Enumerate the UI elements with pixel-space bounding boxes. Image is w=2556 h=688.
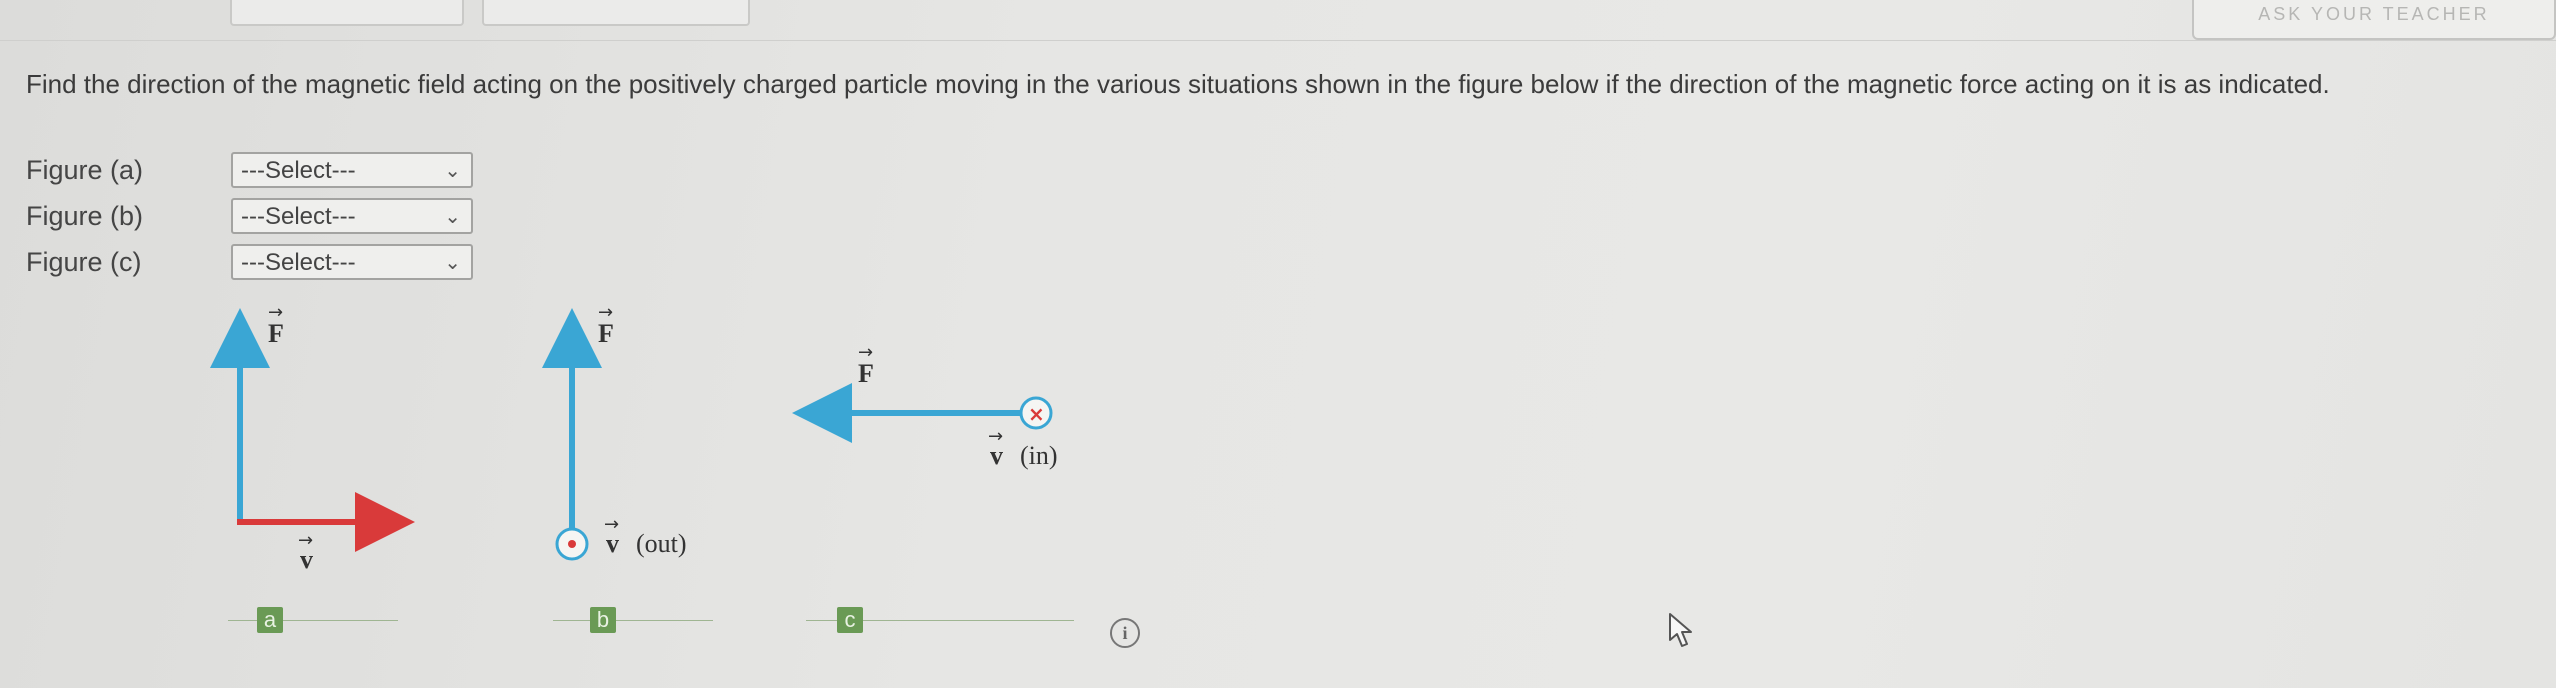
tag-b-underline (553, 620, 713, 621)
vector-arrow-icon: → (988, 426, 1003, 447)
tag-a-underline (228, 620, 398, 621)
figure-b-force-label: F (598, 319, 614, 348)
vector-arrow-icon: → (598, 302, 613, 323)
info-icon[interactable]: i (1110, 618, 1140, 648)
vector-arrow-icon: → (604, 514, 619, 535)
vector-arrow-icon: → (858, 342, 873, 363)
figure-c: × F → v → (in) (792, 342, 1058, 470)
dot-icon (568, 540, 576, 548)
vector-arrow-icon: → (268, 302, 283, 323)
cross-icon: × (1028, 402, 1045, 426)
figure-a: F → v → (210, 302, 415, 574)
figure-b-tag[interactable]: b (590, 607, 616, 633)
figure-c-tag[interactable]: c (837, 607, 863, 633)
physics-figures: F → v → F → v → (out) × F → v → (in) (210, 302, 1058, 574)
vector-arrow-icon: → (298, 530, 313, 551)
figure-c-force-label: F (858, 359, 874, 388)
figure-c-velocity-note: (in) (1020, 441, 1058, 470)
figure-a-force-label: F (268, 319, 284, 348)
figure-a-tag[interactable]: a (257, 607, 283, 633)
mouse-cursor-icon (1669, 613, 1692, 647)
figure-b-velocity-note: (out) (636, 529, 687, 558)
figure-b: F → v → (out) (542, 302, 687, 561)
